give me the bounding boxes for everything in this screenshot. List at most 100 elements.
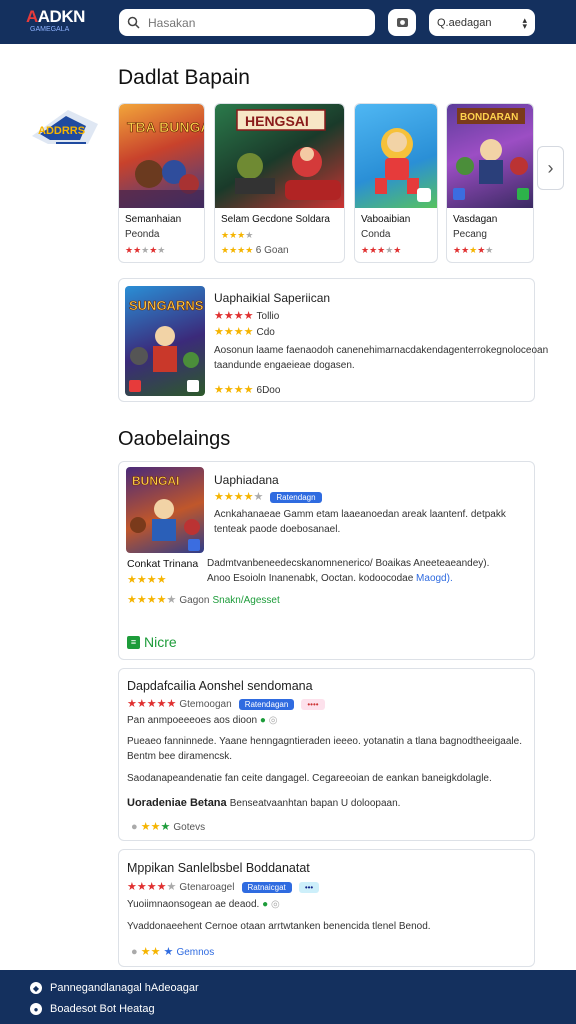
rating-row: ★★★★ 6Doo [214, 384, 281, 396]
thumbnail-title-text: BUNGAI [132, 474, 179, 488]
category-select[interactable]: Q.aedagan ▴ ▾ [429, 9, 535, 36]
rating-row: ★★★★★ Ratendagn [214, 490, 322, 503]
rating-meta: Gagon [179, 595, 210, 606]
game-thumbnail: BONDARAN [447, 104, 533, 208]
featured-game-card[interactable]: SUNGARNS Uaphaikial Saperiican ★★★★ Toll… [118, 278, 548, 402]
rating-badge: Ratendagn [270, 491, 322, 503]
rating-count: 6 Goan [255, 245, 289, 256]
rating-stars: ★★★★ [221, 230, 254, 240]
thumbnail-title-text: TBA BUNGAI [127, 119, 204, 135]
review-description: Acnkahanaeae Gamm etam laaeanoedan areak… [214, 509, 506, 520]
more-button[interactable]: ≡ Nicre [127, 634, 177, 650]
rating-row: ★★★★★ Gtemoogan Ratendagan •••• [127, 697, 325, 710]
avatar-icon: ● [131, 821, 138, 833]
game-subtitle: Pecang [453, 229, 487, 240]
featured-title: Uaphaikial Saperiican [214, 291, 331, 305]
review-paragraph: Saodanapeandenatie fan ceite dangagel. C… [127, 773, 492, 784]
game-card[interactable]: TBA BUNGAI Semanhaian Peonda ★★★★★ [118, 103, 205, 263]
carousel-next-button[interactable]: › [537, 146, 564, 190]
info-icon: ◎ [270, 899, 280, 910]
sort-arrows-icon: ▴ ▾ [522, 14, 527, 31]
logo-subtext: GAMEGALA [30, 26, 70, 33]
rating-meta: Gotevs [173, 822, 206, 833]
more-label: Nicre [144, 634, 177, 650]
rating-row: ★★★★★ Gagon Snakn/Agesset [127, 594, 280, 606]
logo-accent: A [26, 7, 38, 26]
status-text: Snakn/Agesset [212, 595, 280, 606]
search-input[interactable] [148, 15, 368, 30]
game-card[interactable]: BONDARAN Vasdagan Pecang ★★★★★ [446, 103, 534, 263]
rating-row: ★★★★ 6 Goan [221, 245, 289, 256]
rating-row: ● ★★★ Gotevs [131, 821, 206, 833]
featured-description-cont: taandunde engaeieae dogasen. [214, 360, 355, 371]
review-body-line: Anoo Esoioln Inanenabk, Ooctan. kodoocod… [207, 573, 453, 584]
review-author: Conkat Trinana [127, 558, 199, 570]
tag-badge: ••• [298, 881, 320, 893]
author-rating-stars: ★★★★ [127, 574, 167, 586]
rating-row: ★★★★ Tollio [214, 310, 280, 322]
review-card[interactable]: BUNGAI Uaphiadana ★★★★★ Ratendagn Acnkah… [118, 461, 535, 660]
rating-meta: Gemnos [176, 947, 215, 958]
review-footer-title: Uoradeniae Betana [127, 797, 227, 809]
reviewer-meta: Gtenaroagel [179, 882, 235, 893]
game-thumbnail: TBA BUNGAI [119, 104, 204, 208]
section-title-featured: Dadlat Bapain [118, 66, 250, 89]
online-dot-icon: ● [259, 715, 266, 726]
thumbnail-title-text: BONDARAN [460, 112, 518, 123]
footer-link-label: Boadesot Bot Heatag [50, 1003, 155, 1015]
shield-icon: ● [30, 1003, 42, 1015]
review-card[interactable]: Mppikan Sanlelbsbel Boddanatat ★★★★★ Gte… [118, 849, 535, 967]
footer-link-label: Pannegandlanagal hAdeoagar [50, 982, 199, 994]
camera-icon [396, 18, 408, 27]
game-card[interactable]: Vaboaibian Conda ★★★★★ [354, 103, 438, 263]
review-paragraph-cont: Bentm bee diramencsk. [127, 751, 233, 762]
review-title: Uaphiadana [214, 473, 279, 487]
footer-link[interactable]: ● Boadesot Bot Heatag [30, 1003, 155, 1015]
game-thumbnail: HENGSAI [215, 104, 344, 208]
review-paragraph: Yvaddonaeehent Cernoe otaan arrtwtanken … [127, 921, 431, 932]
review-link[interactable]: Maogd). [416, 573, 453, 584]
review-title: Dapdafcailia Aonshel sendomana [127, 679, 313, 693]
review-card[interactable]: Dapdafcailia Aonshel sendomana ★★★★★ Gte… [118, 668, 535, 841]
side-brand-emblem: ADDRRS [28, 108, 102, 150]
rating-stars: ★★★★★ [453, 245, 494, 255]
page-footer: ◆ Pannegandlanagal hAdeoagar ● Boadesot Bo… [0, 970, 576, 1024]
category-select-label: Q.aedagan [437, 16, 492, 29]
featured-game-image: SUNGARNS [125, 286, 205, 396]
avatar-icon: ● [131, 946, 138, 958]
review-meta-line: Pan anmpoeeeoes aos dioon ● ◎ [127, 715, 277, 726]
rating-badge: Ratnaicgat [241, 881, 292, 893]
review-body-text: Anoo Esoioln Inanenabk, Ooctan. kodoocod… [207, 573, 414, 584]
svg-text:ADDRRS: ADDRRS [38, 125, 85, 137]
plus-icon: ≡ [127, 635, 140, 649]
review-paragraph: Pueaeo fanninnede. Yaane henngagntierade… [127, 736, 522, 747]
section-title-reviews: Oaobelaings [118, 428, 231, 450]
game-title: Vaboaibian [361, 214, 411, 225]
top-navigation-bar: AADKN GAMEGALA Q.aedagan ▴▾ [0, 0, 576, 44]
featured-description: Aosonun laame faenaodoh canenehimarnacda… [214, 345, 549, 356]
review-title: Mppikan Sanlelbsbel Boddanatat [127, 861, 310, 875]
chevron-right-icon: › [547, 157, 554, 178]
footer-link[interactable]: ◆ Pannegandlanagal hAdeoagar [30, 982, 199, 994]
game-subtitle: Peonda [125, 229, 160, 240]
rating-meta: 6Doo [256, 385, 281, 396]
game-title: Vasdagan [453, 214, 498, 225]
info-icon: ◎ [268, 715, 278, 726]
review-footer-text: Benseatvaanhtan bapan U doloopaan. [229, 798, 401, 809]
search-bar[interactable] [119, 9, 375, 36]
logo-main-text: ADKN [37, 7, 86, 26]
rating-row: ★★★★ Cdo [214, 326, 275, 338]
rating-stars: ★★★★★ [361, 245, 402, 255]
game-carousel: TBA BUNGAI Semanhaian Peonda ★★★★★ HENGS… [118, 103, 568, 263]
tag-badge: •••• [301, 698, 325, 710]
thumbnail-title-text: SUNGARNS [129, 298, 204, 313]
game-card[interactable]: HENGSAI Selam Gecdone Soldara ★★★★ ★★★★ … [214, 103, 345, 263]
site-logo[interactable]: AADKN GAMEGALA [26, 8, 92, 36]
globe-icon: ◆ [30, 982, 42, 994]
game-thumbnail [355, 104, 437, 208]
thumbnail-title-text: HENGSAI [245, 113, 309, 129]
profile-button[interactable] [388, 9, 416, 36]
online-dot-icon: ● [262, 899, 269, 910]
review-meta-text: Yuoiimnaonsogean ae deaod. [127, 899, 260, 910]
rating-row: ★★★★★ Gtenaroagel Ratnaicgat ••• [127, 880, 320, 893]
